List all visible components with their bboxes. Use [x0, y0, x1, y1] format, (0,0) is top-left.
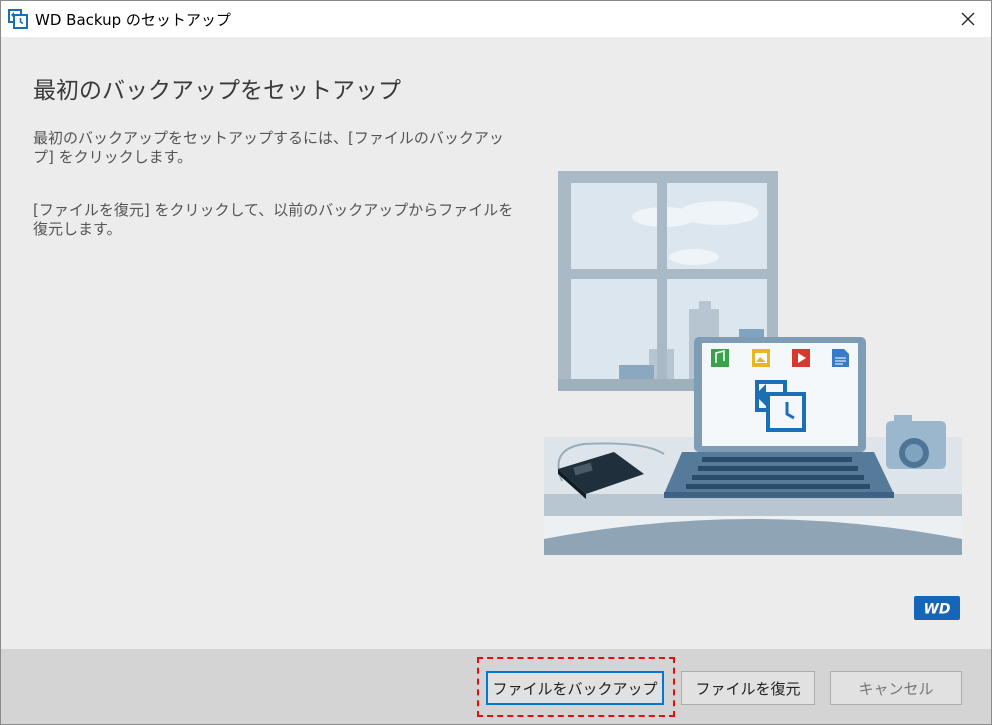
close-icon [961, 12, 975, 26]
camera-icon [886, 415, 946, 469]
backup-restore-icon [8, 9, 28, 29]
instruction-backup: 最初のバックアップをセットアップするには、[ファイルのバックアップ] をクリック… [33, 129, 504, 166]
music-icon [711, 349, 729, 367]
backup-files-button[interactable]: ファイルをバックアップ [486, 671, 664, 705]
setup-window: WD Backup のセットアップ 最初のバックアップをセットアップ 最初のバッ… [0, 0, 992, 725]
image-icon [752, 349, 770, 367]
close-button[interactable] [945, 1, 991, 37]
wd-logo: WD [914, 596, 960, 620]
restore-files-button[interactable]: ファイルを復元 [681, 671, 815, 705]
video-icon [792, 349, 810, 367]
title-bar: WD Backup のセットアップ [1, 1, 991, 37]
window-title: WD Backup のセットアップ [35, 11, 231, 29]
page-title: 最初のバックアップをセットアップ [33, 78, 401, 104]
document-icon [832, 349, 849, 367]
wd-logo-text: WD [923, 602, 950, 618]
instruction-restore: [ファイルを復元] をクリックして、以前のバックアップからファイルを復元します。 [33, 201, 514, 238]
backup-illustration [544, 171, 962, 555]
cancel-button[interactable]: キャンセル [830, 671, 962, 705]
